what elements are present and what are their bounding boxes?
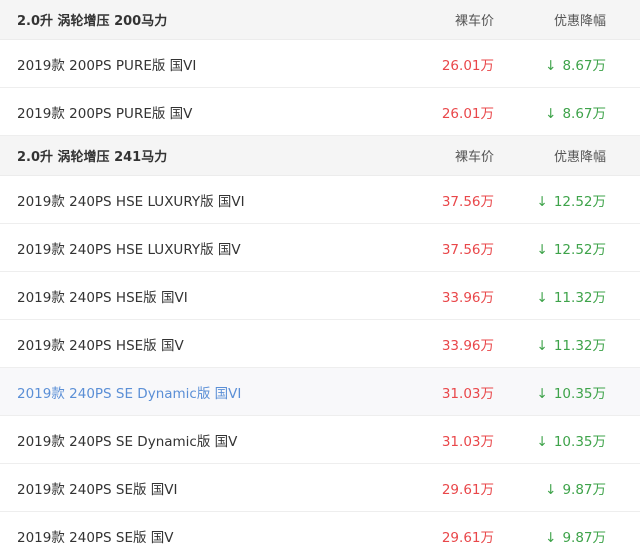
arrow-down-icon: ↓ <box>545 57 557 74</box>
price-value: 29.61万 <box>441 481 494 498</box>
model-name-link[interactable]: 2019款 240PS SE Dynamic版 国VI <box>0 382 380 402</box>
discount-value: ↓ 9.87万 <box>500 478 640 498</box>
arrow-down-icon: ↓ <box>536 385 548 402</box>
price-value: 31.03万 <box>441 385 494 402</box>
table-row[interactable]: 2019款 200PS PURE版 国VI 26.01万 ↓ 8.67万 <box>0 40 640 88</box>
discount-value: ↓ 8.67万 <box>500 54 640 74</box>
price-value: 37.56万 <box>441 193 494 210</box>
arrow-down-icon: ↓ <box>536 337 548 354</box>
price-table: 2.0升 涡轮增压 200马力 裸车价 优惠降幅 2019款 200PS PUR… <box>0 0 640 558</box>
table-row[interactable]: 2019款 240PS HSE LUXURY版 国VI 37.56万 ↓ 12.5… <box>0 176 640 224</box>
engine-label: 2.0升 涡轮增压 241马力 <box>17 150 168 165</box>
engine-label: 2.0升 涡轮增压 200马力 <box>17 14 168 29</box>
arrow-down-icon: ↓ <box>536 193 548 210</box>
price-column-header: 裸车价 <box>454 150 494 165</box>
price-value: 29.61万 <box>441 529 494 546</box>
group-header-200hp: 2.0升 涡轮增压 200马力 裸车价 优惠降幅 <box>0 0 640 40</box>
discount-amount: 8.67万 <box>562 105 606 122</box>
group-header-241hp: 2.0升 涡轮增压 241马力 裸车价 优惠降幅 <box>0 136 640 176</box>
discount-amount: 9.87万 <box>562 529 606 546</box>
model-name-link[interactable]: 2019款 240PS HSE LUXURY版 国VI <box>0 190 380 210</box>
table-row-hovered[interactable]: 2019款 240PS SE Dynamic版 国VI 31.03万 ↓ 10.3… <box>0 368 640 416</box>
discount-value: ↓ 10.35万 <box>500 382 640 402</box>
price-value: 26.01万 <box>441 105 494 122</box>
arrow-down-icon: ↓ <box>545 481 557 498</box>
discount-amount: 8.67万 <box>562 57 606 74</box>
model-name-link[interactable]: 2019款 200PS PURE版 国VI <box>0 54 380 74</box>
price-value: 37.56万 <box>441 241 494 258</box>
table-row[interactable]: 2019款 240PS HSE版 国VI 33.96万 ↓ 11.32万 <box>0 272 640 320</box>
model-name-link[interactable]: 2019款 240PS SE版 国V <box>0 526 380 546</box>
table-row[interactable]: 2019款 240PS SE版 国VI 29.61万 ↓ 9.87万 <box>0 464 640 512</box>
arrow-down-icon: ↓ <box>536 433 548 450</box>
model-name-link[interactable]: 2019款 240PS HSE版 国V <box>0 334 380 354</box>
arrow-down-icon: ↓ <box>536 241 548 258</box>
discount-amount: 12.52万 <box>553 241 606 258</box>
discount-amount: 9.87万 <box>562 481 606 498</box>
discount-value: ↓ 12.52万 <box>500 190 640 210</box>
price-column-header: 裸车价 <box>454 14 494 29</box>
discount-value: ↓ 10.35万 <box>500 430 640 450</box>
model-name-link[interactable]: 2019款 240PS HSE版 国VI <box>0 286 380 306</box>
discount-value: ↓ 11.32万 <box>500 286 640 306</box>
discount-column-header: 优惠降幅 <box>553 150 606 165</box>
price-value: 33.96万 <box>441 337 494 354</box>
model-name-link[interactable]: 2019款 240PS SE版 国VI <box>0 478 380 498</box>
arrow-down-icon: ↓ <box>545 105 557 122</box>
model-name-link[interactable]: 2019款 240PS SE Dynamic版 国V <box>0 430 380 450</box>
discount-amount: 10.35万 <box>553 385 606 402</box>
discount-amount: 11.32万 <box>553 337 606 354</box>
arrow-down-icon: ↓ <box>545 529 557 546</box>
discount-amount: 12.52万 <box>553 193 606 210</box>
price-value: 26.01万 <box>441 57 494 74</box>
table-row[interactable]: 2019款 240PS HSE LUXURY版 国V 37.56万 ↓ 12.52… <box>0 224 640 272</box>
discount-value: ↓ 12.52万 <box>500 238 640 258</box>
discount-value: ↓ 11.32万 <box>500 334 640 354</box>
model-name-link[interactable]: 2019款 200PS PURE版 国V <box>0 102 380 122</box>
discount-amount: 11.32万 <box>553 289 606 306</box>
discount-amount: 10.35万 <box>553 433 606 450</box>
model-name-link[interactable]: 2019款 240PS HSE LUXURY版 国V <box>0 238 380 258</box>
discount-column-header: 优惠降幅 <box>553 14 606 29</box>
price-value: 33.96万 <box>441 289 494 306</box>
price-value: 31.03万 <box>441 433 494 450</box>
arrow-down-icon: ↓ <box>536 289 548 306</box>
table-row[interactable]: 2019款 240PS HSE版 国V 33.96万 ↓ 11.32万 <box>0 320 640 368</box>
table-row[interactable]: 2019款 240PS SE Dynamic版 国V 31.03万 ↓ 10.35… <box>0 416 640 464</box>
table-row[interactable]: 2019款 240PS SE版 国V 29.61万 ↓ 9.87万 <box>0 512 640 558</box>
discount-value: ↓ 9.87万 <box>500 526 640 546</box>
discount-value: ↓ 8.67万 <box>500 102 640 122</box>
table-row[interactable]: 2019款 200PS PURE版 国V 26.01万 ↓ 8.67万 <box>0 88 640 136</box>
